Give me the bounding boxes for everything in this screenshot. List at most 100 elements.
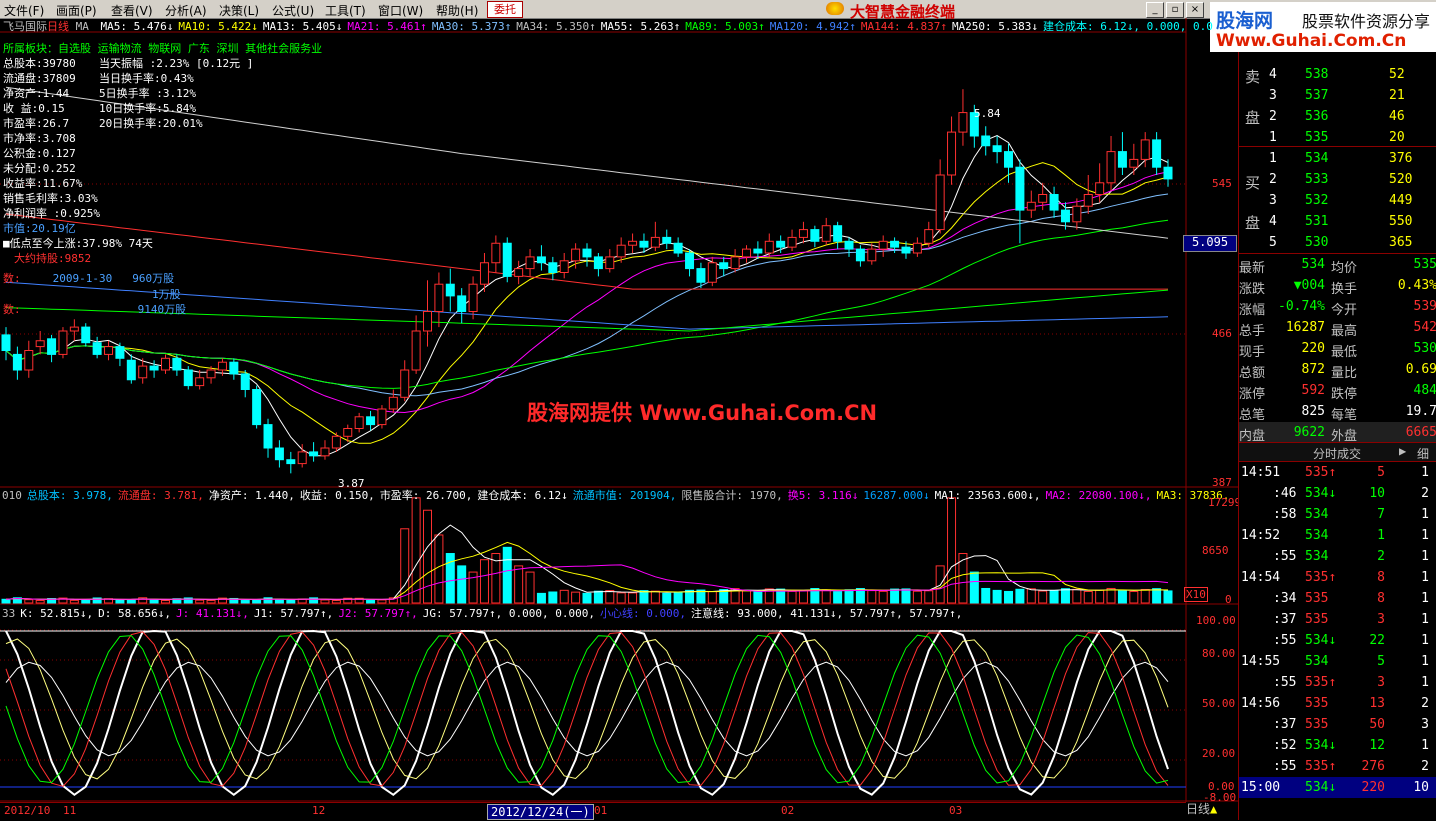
stat-row: 总额 872 量比 0.69 xyxy=(1239,359,1436,381)
candle-body xyxy=(833,225,843,242)
vol-unit: X10 xyxy=(1184,587,1208,602)
tick-price: 534↓ xyxy=(1305,780,1337,795)
tick-row[interactable]: :55 535↑ 276 2 xyxy=(1239,756,1436,777)
menu-help[interactable]: 帮助(H) xyxy=(436,2,478,19)
tick-row[interactable]: :55 535↑ 3 1 xyxy=(1239,672,1436,693)
tick-price: 535↑ xyxy=(1305,465,1337,480)
sell-level-row[interactable]: 2 536 46 xyxy=(1263,106,1436,127)
menu-formula[interactable]: 公式(U) xyxy=(272,2,314,19)
sell-level-row[interactable]: 3 537 21 xyxy=(1263,85,1436,106)
buy-level-row[interactable]: 4 531 550 xyxy=(1263,211,1436,232)
volume-bar xyxy=(514,565,524,604)
volume-bar xyxy=(195,599,205,604)
tick-row[interactable]: :46 534↓ 10 2 xyxy=(1239,483,1436,504)
candle-body xyxy=(206,369,216,379)
tick-volume: 220 xyxy=(1361,780,1385,795)
menu-tools[interactable]: 工具(T) xyxy=(325,2,366,19)
menu-file[interactable]: 文件(F) xyxy=(4,2,44,19)
peak-label: 5.84 xyxy=(974,107,1001,120)
volume-bar xyxy=(24,599,34,604)
tick-row[interactable]: 15:00 534↓ 220 10 xyxy=(1239,777,1436,798)
buy-level-row[interactable]: 2 533 520 xyxy=(1263,169,1436,190)
tick-price: 534 xyxy=(1305,549,1329,564)
level-price: 532 xyxy=(1305,193,1329,208)
tick-row[interactable]: 14:51 535↑ 5 1 xyxy=(1239,462,1436,483)
tick-row[interactable]: :52 534↓ 12 1 xyxy=(1239,735,1436,756)
quote-panel: 卖 盘 4 538 52 3 537 21 2 536 46 1 535 20 买 盘 1 534 376… xyxy=(1238,52,1436,820)
tick-row[interactable]: 14:56 535 13 2 xyxy=(1239,693,1436,714)
candle-body xyxy=(536,256,546,264)
tick-row[interactable]: :37 535 50 3 xyxy=(1239,714,1436,735)
arrow-left-icon[interactable]: ▶ xyxy=(1399,444,1406,458)
tick-time: :52 xyxy=(1273,738,1297,753)
f10-left-row: 未分配:0.252 xyxy=(3,162,76,175)
candle-body xyxy=(696,268,706,283)
volume-bar xyxy=(593,590,603,604)
tick-price: 534 xyxy=(1305,528,1329,543)
candle-body xyxy=(149,365,159,371)
detail-button[interactable]: 细 xyxy=(1417,445,1429,462)
tick-row[interactable]: :37 535 3 1 xyxy=(1239,609,1436,630)
tick-row[interactable]: :55 534↓ 22 1 xyxy=(1239,630,1436,651)
level-price: 538 xyxy=(1305,67,1329,82)
buy-level-row[interactable]: 5 530 365 xyxy=(1263,232,1436,253)
app-logo-icon xyxy=(826,2,844,15)
vol-header-item: MA2: 22080.100↓, xyxy=(1045,489,1152,502)
level-price: 535 xyxy=(1305,130,1329,145)
sell-level-row[interactable]: 1 535 20 xyxy=(1263,127,1436,148)
buy-level-row[interactable]: 3 532 449 xyxy=(1263,190,1436,211)
level-number: 3 xyxy=(1269,193,1277,208)
stat-row: 涨幅 -0.74% 今开 539 xyxy=(1239,296,1436,318)
candle-body xyxy=(12,353,22,371)
ma-value-3: MA21: 5.461↑ xyxy=(347,20,427,33)
sell-level-row[interactable]: 4 538 52 xyxy=(1263,64,1436,85)
close-icon[interactable]: × xyxy=(1186,2,1204,18)
volume-bar xyxy=(1060,588,1070,604)
menu-window[interactable]: 窗口(W) xyxy=(378,2,423,19)
tick-row[interactable]: 14:55 534 5 1 xyxy=(1239,651,1436,672)
menu-screen[interactable]: 画面(P) xyxy=(56,2,97,19)
tick-row[interactable]: :34 535 8 1 xyxy=(1239,588,1436,609)
candle-body xyxy=(35,340,45,348)
menu-analysis[interactable]: 分析(A) xyxy=(165,2,207,19)
volume-bar xyxy=(867,590,877,604)
price-axis-387: 387 xyxy=(1212,476,1232,489)
candle-body xyxy=(707,262,717,283)
candle-body xyxy=(195,377,205,387)
candle-body xyxy=(662,236,672,244)
menu-decision[interactable]: 决策(L) xyxy=(219,2,259,19)
ma-value-11: 建仓成本: 6.12↓, 0.000, 0.0 xyxy=(1043,20,1213,33)
candle-body xyxy=(514,268,524,277)
volume-header: 010 总股本: 3.978, 流通盘: 3.781, 净资产: 1.440, 收益: … xyxy=(2,489,1234,502)
candle-body xyxy=(479,262,489,285)
menu-view[interactable]: 查看(V) xyxy=(111,2,153,19)
volume-bar xyxy=(1129,591,1139,604)
stat-value: -0.74% xyxy=(1278,299,1325,314)
vol-header-item: 建仓成本: 6.12↓ xyxy=(477,489,568,502)
restore-icon[interactable]: ▫ xyxy=(1166,2,1184,18)
candle-body xyxy=(685,252,695,270)
kdj-axis-80: 80.00 xyxy=(1202,647,1236,660)
candle-body xyxy=(320,447,330,457)
candle-body xyxy=(47,338,57,355)
tick-row[interactable]: 14:52 534 1 1 xyxy=(1239,525,1436,546)
logo-banner[interactable]: 股海网 股票软件资源分享 Www.Guhai.Com.Cn xyxy=(1210,2,1436,52)
buy-level-row[interactable]: 1 534 376 xyxy=(1263,148,1436,169)
tick-row[interactable]: :58 534 7 1 xyxy=(1239,504,1436,525)
tick-row[interactable]: 14:54 535↑ 8 1 xyxy=(1239,567,1436,588)
holder-line-3: 数: 9140万股 xyxy=(3,303,186,316)
tick-row[interactable]: :55 534 2 1 xyxy=(1239,546,1436,567)
stat-value: 19.7 xyxy=(1405,404,1436,419)
minimize-icon[interactable]: _ xyxy=(1146,2,1164,18)
candle-body xyxy=(1083,194,1093,207)
candle-body xyxy=(844,240,854,250)
volume-bar xyxy=(69,599,79,604)
candle-body xyxy=(445,283,455,297)
stat-label: 最高 xyxy=(1331,324,1358,339)
level-volume: 520 xyxy=(1389,172,1413,187)
entrust-button[interactable]: 委托 xyxy=(487,1,523,18)
stat-value: 535 xyxy=(1413,257,1436,272)
candle-body xyxy=(1,334,11,351)
period-button[interactable]: 日线▲ xyxy=(1186,803,1217,816)
level-price: 533 xyxy=(1305,172,1329,187)
